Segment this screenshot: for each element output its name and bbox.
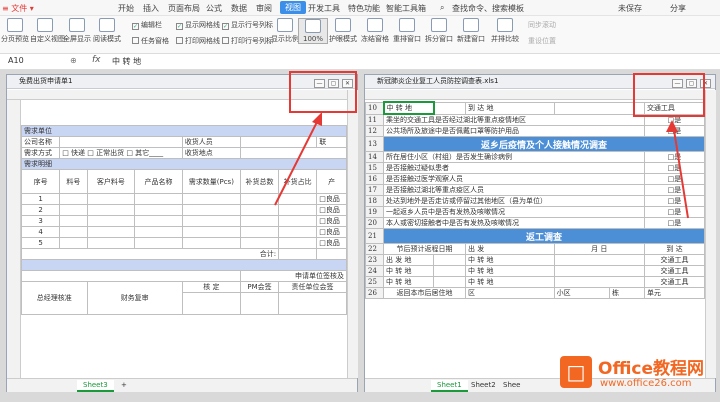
watermark-logo: □ Office教程网 www.office26.com (560, 354, 718, 398)
arrow-line (673, 129, 689, 219)
arrow-line (274, 119, 319, 206)
arrow-head (666, 120, 678, 132)
annotation-arrows (274, 112, 689, 219)
office-logo-icon: □ (560, 356, 592, 388)
arrow-head (312, 112, 322, 126)
watermark-url: www.office26.com (600, 378, 692, 389)
watermark-title: Office教程网 (598, 359, 705, 379)
